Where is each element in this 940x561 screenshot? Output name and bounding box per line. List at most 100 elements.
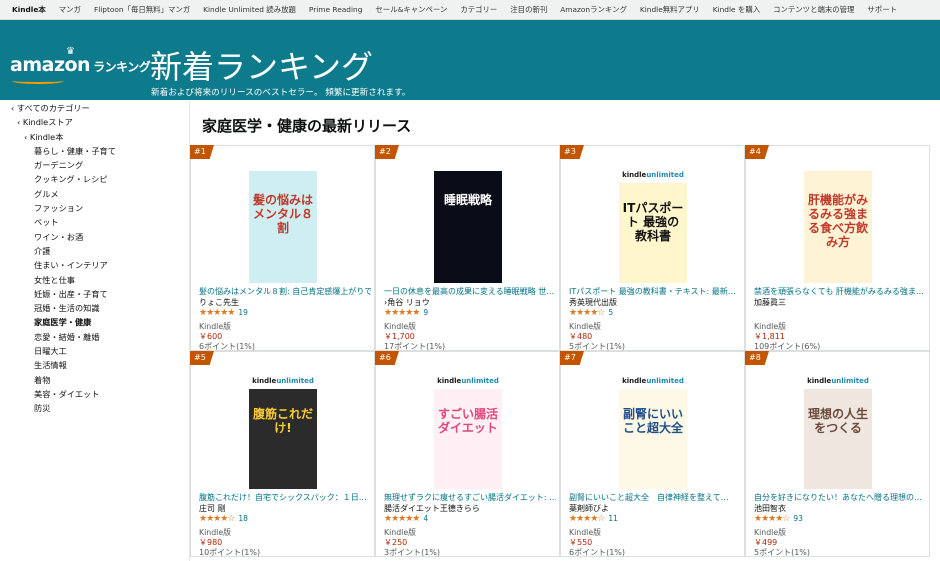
rank-badge: #3 xyxy=(560,145,584,159)
star-rating[interactable]: ★★★★☆ 18 xyxy=(199,514,248,524)
product-card[interactable]: #2 睡眠戦略 一日の休息を最高の成果に変える睡眠戦略 世… ›角谷 リョウ ★★★★★… xyxy=(375,145,560,351)
review-count[interactable]: 9 xyxy=(423,308,428,317)
sidebar-category-item[interactable]: ガーデニング xyxy=(0,158,190,172)
sidebar-category-item[interactable]: 妊娠・出産・子育て xyxy=(0,287,190,301)
main-content: 家庭医学・健康の最新リリース #1 髪の悩みはメンタル８割髪の悩みはメンタル８割:… xyxy=(189,101,940,561)
kindle-unlimited-label: kindleunlimited xyxy=(619,377,687,389)
product-points: 6ポイント(1%) xyxy=(569,548,626,557)
product-author: 薬剤師びよ xyxy=(569,504,609,513)
sidebar-category-item[interactable]: ペット xyxy=(0,215,190,229)
rank-badge: #1 xyxy=(190,145,214,159)
review-count[interactable]: 11 xyxy=(608,514,618,523)
product-card[interactable]: #1 髪の悩みはメンタル８割髪の悩みはメンタル８割: 自己肯定感爆上がりで… りょこ… xyxy=(190,145,375,351)
topnav-item[interactable]: マンガ xyxy=(59,4,81,15)
sidebar-category-item[interactable]: 介護 xyxy=(0,244,190,258)
product-card[interactable]: #6 kindleunlimited すごい腸活ダイエット無理せずラクに痩せるすごい… xyxy=(375,351,560,557)
review-count[interactable]: 5 xyxy=(608,308,613,317)
book-cover-image[interactable]: kindleunlimited ITパスポート 最強の教科書 xyxy=(619,171,687,283)
sidebar-category-item[interactable]: 防災 xyxy=(0,401,190,415)
product-title-link[interactable]: 一日の休息を最高の成果に変える睡眠戦略 世… xyxy=(384,286,556,297)
book-cover-image[interactable]: 睡眠戦略 xyxy=(434,171,502,283)
kindle-unlimited-label: kindleunlimited xyxy=(249,377,317,389)
product-card[interactable]: #4 肝機能がみるみる強まる食べ方飲み方禁酒を頑張らなくても 肝機能がみるみる強ま… xyxy=(745,145,930,351)
topnav-item[interactable]: Fliptoon「毎日無料」マンガ xyxy=(94,4,190,15)
product-title-link[interactable]: 髪の悩みはメンタル８割: 自己肯定感爆上がりで… xyxy=(199,286,371,297)
product-author: 秀英現代出版 xyxy=(569,298,617,307)
logo-text: amazon xyxy=(10,54,91,76)
topnav-item[interactable]: Kindle本 xyxy=(12,4,46,15)
sidebar-category-item[interactable]: 暮らし・健康・子育て xyxy=(0,144,190,158)
star-rating[interactable]: ★★★★☆ 11 xyxy=(569,514,618,524)
amazon-ranking-logo[interactable]: amazon ランキング xyxy=(10,54,151,76)
topnav-item[interactable]: コンテンツと端末の管理 xyxy=(773,4,854,15)
topnav-item[interactable]: Amazonランキング xyxy=(560,4,627,15)
topnav-item[interactable]: Kindle Unlimited 読み放題 xyxy=(203,4,296,15)
product-title-link[interactable]: 禁酒を頑張らなくても 肝機能がみるみる強ま… xyxy=(754,286,926,297)
sidebar-category-item[interactable]: 恋愛・結婚・離婚 xyxy=(0,330,190,344)
product-card[interactable]: #8 kindleunlimited 理想の人生をつくる自分を好きになりたい！あなた… xyxy=(745,351,930,557)
book-cover-image[interactable]: kindleunlimited 理想の人生をつくる xyxy=(804,377,872,489)
product-title-link[interactable]: 副腎にいいこと超大全 自律神経を整えて… xyxy=(569,492,741,503)
sidebar-category-item[interactable]: 住まい・インテリア xyxy=(0,258,190,272)
review-count[interactable]: 4 xyxy=(423,514,428,523)
product-card[interactable]: #7 kindleunlimited 副腎にいいこと超大全副腎にいいこと超大全 自律… xyxy=(560,351,745,557)
sidebar-category-item[interactable]: 美容・ダイエット xyxy=(0,387,190,401)
star-rating[interactable]: ★★★★☆ 5 xyxy=(569,308,613,318)
kindle-unlimited-label: kindleunlimited xyxy=(434,377,502,389)
sidebar-category-item[interactable]: グルメ xyxy=(0,187,190,201)
product-title-link[interactable]: 自分を好きになりたい！あなたへ贈る理想の… xyxy=(754,492,926,503)
rank-badge: #4 xyxy=(745,145,769,159)
cover-title-text: 理想の人生をつくる xyxy=(807,407,868,435)
rank-badge: #8 xyxy=(745,351,769,365)
book-cover-image[interactable]: 肝機能がみるみる強まる食べ方飲み方 xyxy=(804,171,872,283)
topnav-item[interactable]: セール&キャンペーン xyxy=(375,4,447,15)
product-author: 腸活ダイエット王德きらら xyxy=(384,504,480,513)
topnav-item[interactable]: Kindle を購入 xyxy=(713,4,760,15)
topnav-item[interactable]: Kindle無料アプリ xyxy=(640,4,700,15)
sidebar-category-item[interactable]: クッキング・レシピ xyxy=(0,172,190,186)
sidebar-category-item[interactable]: ファッション xyxy=(0,201,190,215)
cover-title-text: ITパスポート 最強の教科書 xyxy=(622,201,684,243)
book-cover-image[interactable]: kindleunlimited 副腎にいいこと超大全 xyxy=(619,377,687,489)
star-rating[interactable]: ★★★★★ 9 xyxy=(384,308,428,318)
star-rating[interactable]: ★★★★★ 19 xyxy=(199,308,248,318)
book-cover-image[interactable]: kindleunlimited 腹筋これだけ! xyxy=(249,377,317,489)
cover-title-text: すごい腸活ダイエット xyxy=(437,407,498,435)
category-sidebar: ‹ すべてのカテゴリー ‹ Kindleストア ‹ Kindle本 暮らし・健康・子育… xyxy=(0,101,190,416)
cover-title-text: 髪の悩みはメンタル８割 xyxy=(252,193,313,235)
sidebar-category-item[interactable]: ‹ Kindle本 xyxy=(0,130,190,144)
sidebar-category-item[interactable]: 家庭医学・健康 xyxy=(0,315,190,329)
sidebar-category-item[interactable]: 冠婚・生活の知識 xyxy=(0,301,190,315)
review-count[interactable]: 19 xyxy=(238,308,248,317)
sidebar-category-item[interactable]: ワイン・お酒 xyxy=(0,230,190,244)
review-count[interactable]: 18 xyxy=(238,514,248,523)
rank-badge: #6 xyxy=(375,351,399,365)
product-author: りょこ先生 xyxy=(199,298,239,307)
sidebar-category-item[interactable]: 女性と仕事 xyxy=(0,273,190,287)
product-points: 10ポイント(1%) xyxy=(199,548,261,557)
book-cover-image[interactable]: kindleunlimited すごい腸活ダイエット xyxy=(434,377,502,489)
sidebar-category-item[interactable]: 日曜大工 xyxy=(0,344,190,358)
cover-title-text: 肝機能がみるみる強まる食べ方飲み方 xyxy=(807,193,868,249)
product-title-link[interactable]: 腹筋これだけ！自宅でシックスパック：１日… xyxy=(199,492,371,503)
rank-badge: #7 xyxy=(560,351,584,365)
product-title-link[interactable]: 無理せずラクに痩せるすごい腸活ダイエット: … xyxy=(384,492,556,503)
sidebar-category-item[interactable]: ‹ すべてのカテゴリー xyxy=(0,101,190,115)
topnav-item[interactable]: カテゴリー xyxy=(460,4,497,15)
topnav-item[interactable]: 注目の新刊 xyxy=(510,4,547,15)
review-count[interactable]: 93 xyxy=(793,514,803,523)
book-cover-image[interactable]: 髪の悩みはメンタル８割 xyxy=(249,171,317,283)
sidebar-category-item[interactable]: 着物 xyxy=(0,373,190,387)
product-points: 3ポイント(1%) xyxy=(384,548,441,557)
topnav-item[interactable]: サポート xyxy=(867,4,897,15)
product-card[interactable]: #5 kindleunlimited 腹筋これだけ! 腹筋これだけ！自宅でシックスパッ… xyxy=(190,351,375,557)
topnav-item[interactable]: Prime Reading xyxy=(309,5,363,14)
sidebar-category-item[interactable]: ‹ Kindleストア xyxy=(0,115,190,129)
star-rating[interactable]: ★★★★☆ 93 xyxy=(754,514,803,524)
cover-title-text: 腹筋これだけ! xyxy=(252,407,313,435)
product-card[interactable]: #3 kindleunlimited ITパスポート 最強の教科書 ITパスポート 最… xyxy=(560,145,745,351)
sidebar-category-item[interactable]: 生活情報 xyxy=(0,358,190,372)
section-title: 家庭医学・健康の最新リリース xyxy=(202,117,412,135)
product-title-link[interactable]: ITパスポート 最強の教科書・テキスト: 最新… xyxy=(569,286,741,297)
star-rating[interactable]: ★★★★★ 4 xyxy=(384,514,428,524)
